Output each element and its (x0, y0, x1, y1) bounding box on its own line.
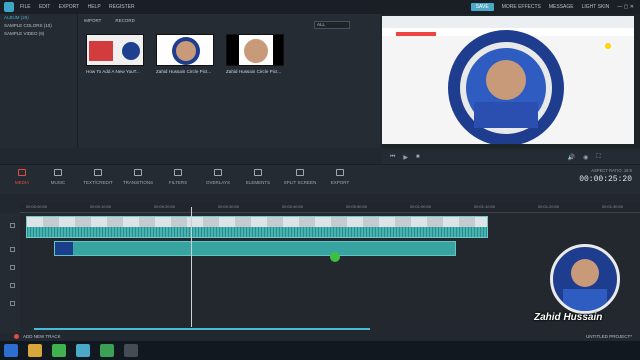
fullscreen-icon[interactable]: ⛶ (596, 154, 600, 161)
snapshot-icon[interactable]: ◉ (583, 154, 588, 161)
import-dropdown[interactable]: IMPORT (84, 18, 101, 23)
thumbnail-image (157, 35, 213, 65)
app-logo-icon (4, 2, 14, 12)
playhead[interactable] (191, 207, 192, 327)
preview-frame (382, 16, 634, 146)
ruler-tick: 00:01:00:00 (410, 204, 432, 209)
main-menu: FILE EDIT EXPORT HELP REGISTER (20, 4, 142, 10)
ruler-tick: 00:00:00:00 (26, 204, 48, 209)
chrome-icon[interactable] (52, 344, 66, 357)
ruler-tick: 00:00:10:00 (90, 204, 112, 209)
media-thumbnail[interactable] (156, 34, 214, 66)
tool-transitions[interactable]: TRANSITIONS (118, 169, 158, 185)
ruler-tick: 00:00:20:00 (154, 204, 176, 209)
clip-waveform (27, 227, 487, 237)
light-skin-button[interactable]: LIGHT SKIN (582, 4, 610, 10)
menu-edit[interactable]: EDIT (39, 4, 50, 10)
video-clip[interactable] (26, 216, 488, 238)
filter-select[interactable]: ALL (314, 21, 350, 29)
track-headers (0, 213, 20, 333)
stop-icon[interactable]: ■ (416, 154, 420, 160)
app-icon[interactable] (100, 344, 114, 357)
ruler-tick: 00:01:20:00 (538, 204, 560, 209)
thumbnail-image (227, 35, 283, 65)
start-icon[interactable] (4, 344, 18, 357)
watermark-avatar (550, 244, 620, 314)
watermark-text: Zahid Hussain (534, 312, 603, 323)
overlay-track-icon[interactable] (10, 265, 15, 270)
menu-export[interactable]: EXPORT (59, 4, 79, 10)
save-button[interactable]: SAVE (470, 3, 494, 11)
thumbnail-image (87, 35, 143, 65)
project-name: UNTITLED PROJECT* (585, 334, 632, 339)
picture-clip[interactable] (54, 241, 456, 256)
app-icon[interactable] (124, 344, 138, 357)
text-track-icon[interactable] (10, 283, 15, 288)
preview-panel (382, 14, 640, 148)
media-caption: How To Add A New YouT... (86, 69, 140, 74)
clip-thumbnail (55, 242, 73, 255)
explorer-icon[interactable] (28, 344, 42, 357)
tool-text-credit[interactable]: TEXT/CREDIT (78, 169, 118, 185)
add-icon (14, 334, 19, 339)
tool-music[interactable]: MUSIC (38, 169, 78, 185)
video-track-icon[interactable] (10, 223, 15, 228)
audio-track-icon[interactable] (10, 247, 15, 252)
more-effects-button[interactable]: MORE EFFECTS (502, 4, 541, 10)
text-icon (94, 169, 102, 176)
album-item[interactable]: SAMPLE COLORS (10) (0, 22, 77, 30)
filters-icon (174, 169, 182, 176)
tool-media[interactable]: MEDIA (2, 169, 42, 185)
media-caption: Zahid Hussain Circle Pict... (156, 69, 212, 74)
top-right-actions: SAVE MORE EFFECTS MESSAGE LIGHT SKIN — ▢… (470, 3, 634, 11)
ruler-tick: 00:00:30:00 (218, 204, 240, 209)
media-library: IMPORT RECORD ALL How To Add A New YouT.… (78, 14, 380, 148)
elements-icon (254, 169, 262, 176)
tool-filters[interactable]: FILTERS (158, 169, 198, 185)
timeline-ruler[interactable]: 00:00:00:00 00:00:10:00 00:00:20:00 00:0… (20, 203, 640, 213)
menu-file[interactable]: FILE (20, 4, 31, 10)
media-caption: Zahid Hussain Circle Pict... (226, 69, 282, 74)
transitions-icon (134, 169, 142, 176)
ruler-tick: 00:01:30:00 (602, 204, 624, 209)
message-button[interactable]: MESSAGE (549, 4, 574, 10)
play-icon[interactable]: ▶ (403, 154, 408, 161)
album-panel: ALBUM (29) SAMPLE COLORS (10) SAMPLE VID… (0, 14, 78, 148)
tool-split-screen[interactable]: SPLIT SCREEN (280, 169, 320, 185)
window-controls[interactable]: — ▢ ✕ (617, 4, 634, 10)
volume-icon[interactable]: 🔊 (568, 154, 575, 161)
media-thumbnail[interactable] (86, 34, 144, 66)
ruler-tick: 00:00:40:00 (282, 204, 304, 209)
timecode-display: 00:00:25:20 (579, 175, 632, 184)
record-dropdown[interactable]: RECORD (115, 18, 135, 23)
tool-bar: MEDIA MUSIC TEXT/CREDIT TRANSITIONS FILT… (0, 164, 640, 194)
music-track-icon[interactable] (10, 301, 15, 306)
avatar-image (563, 259, 607, 311)
preview-screen[interactable] (382, 16, 634, 146)
media-icon (18, 169, 26, 176)
tool-overlays[interactable]: OVERLAYS (198, 169, 238, 185)
add-track-button[interactable]: ADD NEW TRACK (14, 334, 61, 339)
music-icon (54, 169, 62, 176)
overlays-icon (214, 169, 222, 176)
export-icon (336, 169, 344, 176)
ruler-tick: 00:01:10:00 (474, 204, 496, 209)
album-item[interactable]: ALBUM (29) (0, 14, 77, 22)
media-thumbnail[interactable] (226, 34, 284, 66)
menu-register[interactable]: REGISTER (109, 4, 135, 10)
aspect-ratio-label: ASPECT RATIO: 16:9 (591, 168, 632, 173)
split-screen-icon (296, 169, 304, 176)
mouse-cursor-highlight (330, 252, 340, 262)
ruler-tick: 00:00:50:00 (346, 204, 368, 209)
menu-help[interactable]: HELP (88, 4, 101, 10)
tool-elements[interactable]: ELEMENTS (238, 169, 278, 185)
skip-back-icon[interactable]: ⏮ (390, 154, 395, 161)
taskbar (0, 341, 640, 360)
tool-export[interactable]: EXPORT (320, 169, 360, 185)
timeline-scrollbar[interactable] (34, 328, 370, 330)
album-item[interactable]: SAMPLE VIDEO (9) (0, 30, 77, 38)
filmora-icon[interactable] (76, 344, 90, 357)
preview-controls: ⏮ ▶ ■ 🔊 ◉ ⛶ (382, 150, 640, 164)
